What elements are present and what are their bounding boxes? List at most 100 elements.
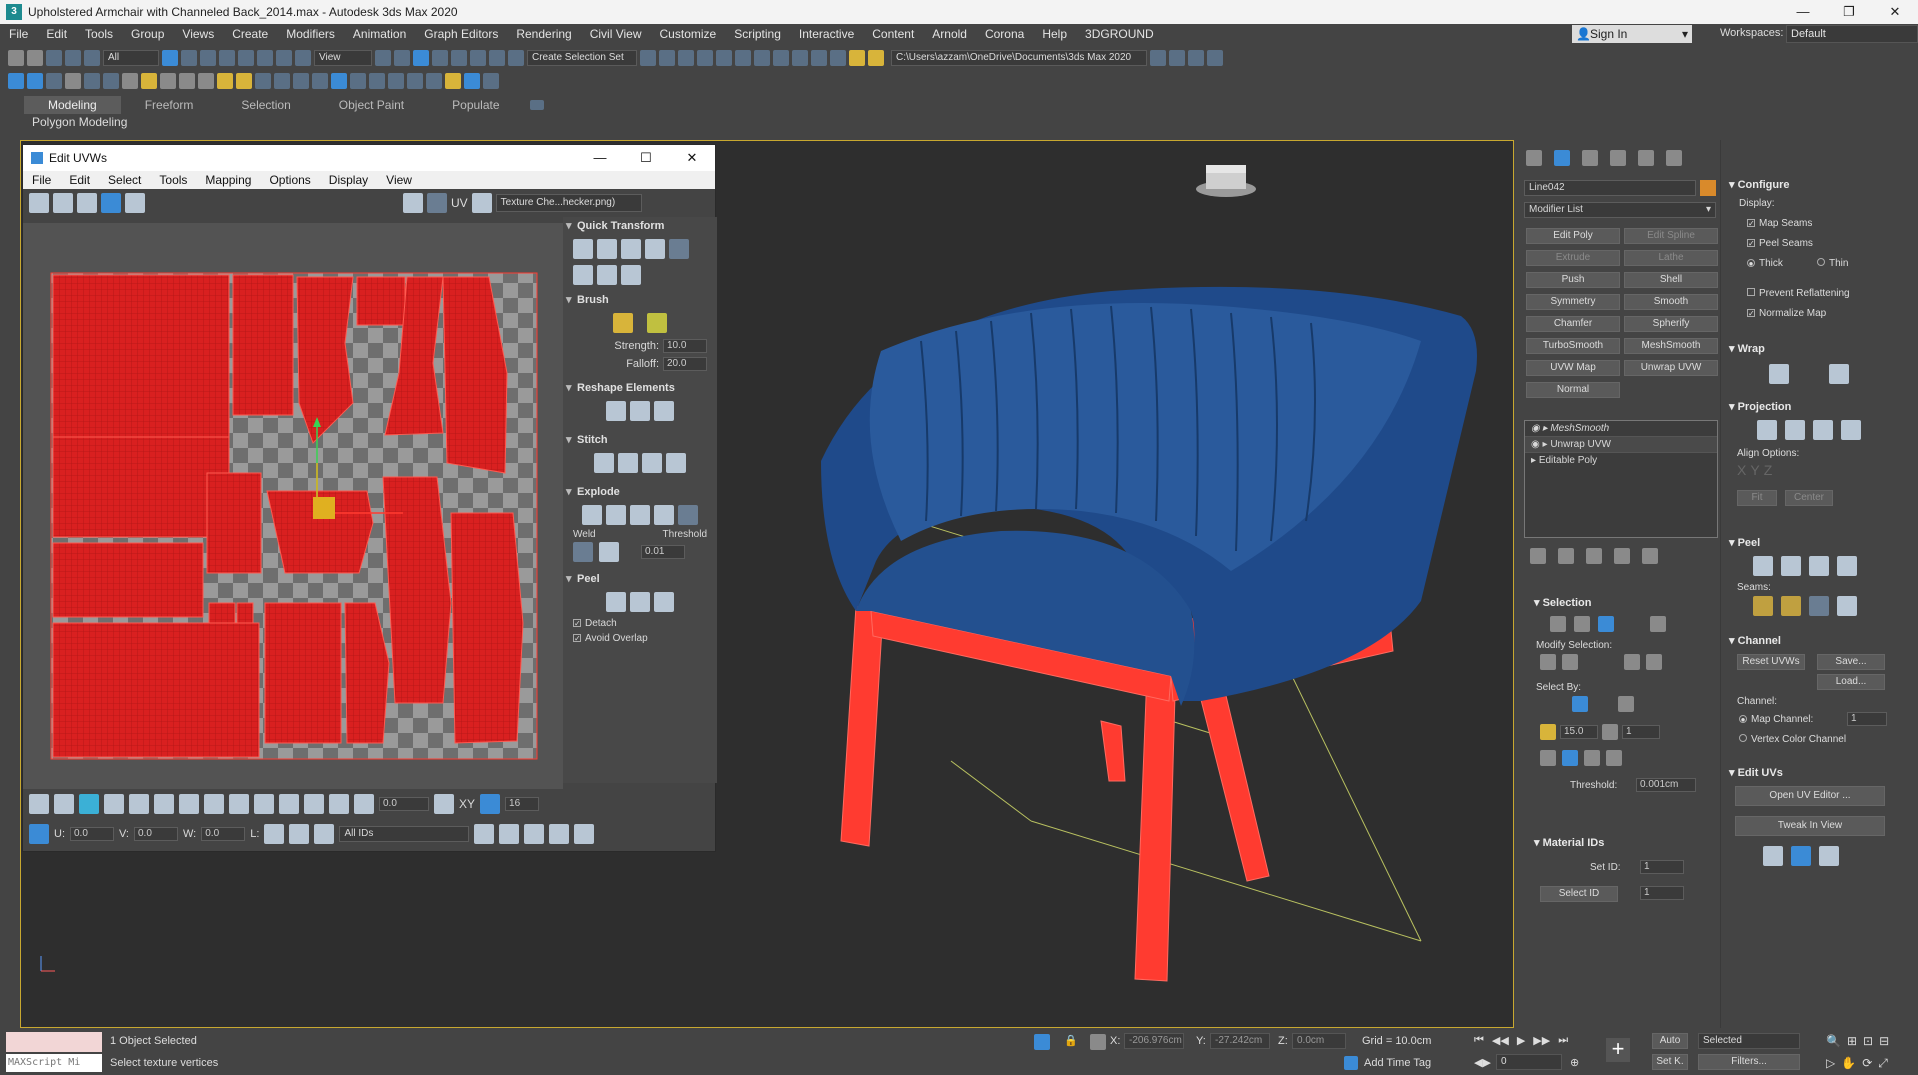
curve-icon[interactable] <box>434 794 454 814</box>
align-x-button[interactable]: X <box>1737 462 1746 478</box>
mod-btn-turbosmooth[interactable]: TurboSmooth <box>1526 338 1620 354</box>
shrink-icon[interactable] <box>1562 654 1578 670</box>
texture-dropdown[interactable]: Texture Che...hecker.png) <box>495 194 642 212</box>
mod-btn-chamfer[interactable]: Chamfer <box>1526 316 1620 332</box>
menu-edit[interactable]: Edit <box>37 27 76 41</box>
render-setup-icon[interactable] <box>773 50 789 66</box>
shrink-selection-icon[interactable] <box>154 794 174 814</box>
open-uv-editor-button[interactable]: Open UV Editor ... <box>1735 786 1885 806</box>
sign-in-dropdown[interactable]: 👤 Sign In ▾ <box>1572 25 1692 43</box>
pelt-relax-icon[interactable] <box>1819 846 1839 866</box>
tab-freeform[interactable]: Freeform <box>121 96 218 114</box>
trash-icon[interactable] <box>1614 548 1630 564</box>
modifier-list-dropdown[interactable]: Modifier List ▾ <box>1524 202 1716 218</box>
render-cloud-icon[interactable] <box>849 50 865 66</box>
y-coord-field[interactable]: -27.242cm <box>1210 1033 1270 1049</box>
uvw-menu-select[interactable]: Select <box>99 173 150 187</box>
mod-btn-normal[interactable]: Normal <box>1526 382 1620 398</box>
menu-arnold[interactable]: Arnold <box>923 27 976 41</box>
tab-modeling[interactable]: Modeling <box>24 96 121 114</box>
map-channel-radio[interactable]: ● <box>1739 715 1747 724</box>
viewcube[interactable] <box>1196 165 1256 197</box>
grow-icon[interactable] <box>1540 654 1556 670</box>
place-icon[interactable] <box>295 50 311 66</box>
thin-radio[interactable] <box>1817 258 1825 266</box>
menu-customize[interactable]: Customize <box>651 27 726 41</box>
auto-key-button[interactable]: Auto <box>1652 1033 1688 1049</box>
mod-btn-smooth[interactable]: Smooth <box>1624 294 1718 310</box>
zoom-all-icon[interactable]: ⊞ <box>1847 1034 1857 1048</box>
avoid-overlap-checkbox[interactable]: ✓ <box>573 634 581 643</box>
falloff-spinner[interactable]: 20.0 <box>663 357 707 371</box>
quick-peel-icon[interactable] <box>606 592 626 612</box>
play-icon[interactable]: ▶ <box>1517 1034 1525 1047</box>
project-create-icon[interactable] <box>1188 50 1204 66</box>
menu-content[interactable]: Content <box>863 27 923 41</box>
maxscript-mini-field[interactable]: MAXScript Mi <box>6 1054 102 1072</box>
key-filters-icon[interactable]: ⊕ <box>1570 1056 1579 1069</box>
zoom-icon[interactable] <box>499 824 520 844</box>
linear-align-icon[interactable] <box>573 265 593 285</box>
toolbar-icon-16[interactable] <box>312 73 328 89</box>
angle-snap-icon[interactable] <box>451 50 467 66</box>
layer-explorer-icon[interactable] <box>678 50 694 66</box>
field-of-view-icon[interactable]: ▷ <box>1826 1056 1835 1071</box>
uvw-close-button[interactable]: ✕ <box>669 150 715 166</box>
select-object-icon[interactable] <box>162 50 178 66</box>
element-mode-icon[interactable] <box>104 794 124 814</box>
save-button[interactable]: Save... <box>1817 654 1885 670</box>
redo-icon[interactable] <box>27 50 43 66</box>
relax-until-flat-icon[interactable] <box>654 401 674 421</box>
move-icon[interactable] <box>238 50 254 66</box>
maxscript-listener[interactable] <box>6 1032 102 1052</box>
u-spinner[interactable]: 0.0 <box>70 827 114 841</box>
vertex-color-channel-radio[interactable] <box>1739 734 1747 742</box>
uvw-menu-view[interactable]: View <box>377 173 421 187</box>
normalize-map-checkbox[interactable]: ✓ <box>1747 309 1755 318</box>
wrap-rollout-header[interactable]: ▾ Wrap <box>1729 342 1765 355</box>
loop-icon[interactable] <box>179 794 199 814</box>
zoom-extents-all-icon[interactable]: ⊟ <box>1879 1034 1889 1048</box>
minimize-button[interactable]: — <box>1780 4 1826 20</box>
link-icon[interactable] <box>46 50 62 66</box>
toolbar-icon-19[interactable] <box>369 73 385 89</box>
uvw-minimize-button[interactable]: — <box>577 150 623 166</box>
menu-tools[interactable]: Tools <box>76 27 122 41</box>
mod-btn-symmetry[interactable]: Symmetry <box>1526 294 1620 310</box>
strength-spinner[interactable]: 10.0 <box>663 339 707 353</box>
mod-btn-lathe[interactable]: Lathe <box>1624 250 1718 266</box>
configure-sets-icon[interactable] <box>1642 548 1658 564</box>
mirror-icon[interactable] <box>125 193 145 213</box>
weld-threshold-spinner[interactable]: 0.01 <box>641 545 685 559</box>
peel-icon[interactable] <box>1781 556 1801 576</box>
select-by-name-icon[interactable] <box>181 50 197 66</box>
flatten-by-hard-edges-icon[interactable] <box>678 505 698 525</box>
rollout-explode[interactable]: Explode <box>563 483 717 501</box>
box-map-icon[interactable] <box>1841 420 1861 440</box>
geosphere-icon[interactable] <box>179 73 195 89</box>
spherical-map-icon[interactable] <box>1813 420 1833 440</box>
edit-named-selection-icon[interactable] <box>508 50 524 66</box>
absolute-offset-icon[interactable] <box>29 824 49 844</box>
sun-icon[interactable] <box>236 73 252 89</box>
rect-selection-icon[interactable] <box>200 50 216 66</box>
unfold-mapping-icon[interactable] <box>1829 364 1849 384</box>
mirror-icon[interactable] <box>640 50 656 66</box>
polygon-mode-icon[interactable] <box>79 794 99 814</box>
select-id-spinner[interactable]: 1 <box>1640 886 1684 900</box>
manipulate-icon[interactable] <box>394 50 410 66</box>
hide-icon[interactable] <box>289 824 310 844</box>
menu-graph-editors[interactable]: Graph Editors <box>415 27 507 41</box>
object-name-field[interactable]: Line042 <box>1524 180 1696 196</box>
align-horizontal-icon[interactable] <box>597 239 617 259</box>
straighten-icon[interactable] <box>606 401 626 421</box>
undo-icon[interactable] <box>8 50 24 66</box>
peel-mode-icon[interactable] <box>630 592 650 612</box>
element-select-icon[interactable] <box>1650 616 1666 632</box>
map-channel-spinner[interactable]: 1 <box>1847 712 1887 726</box>
absolute-mode-icon[interactable] <box>1090 1034 1106 1050</box>
freeform-icon[interactable] <box>101 193 121 213</box>
zoom-extents-icon[interactable] <box>549 824 570 844</box>
texture-icon[interactable] <box>471 193 492 213</box>
pelt-stretch-icon[interactable] <box>1791 846 1811 866</box>
